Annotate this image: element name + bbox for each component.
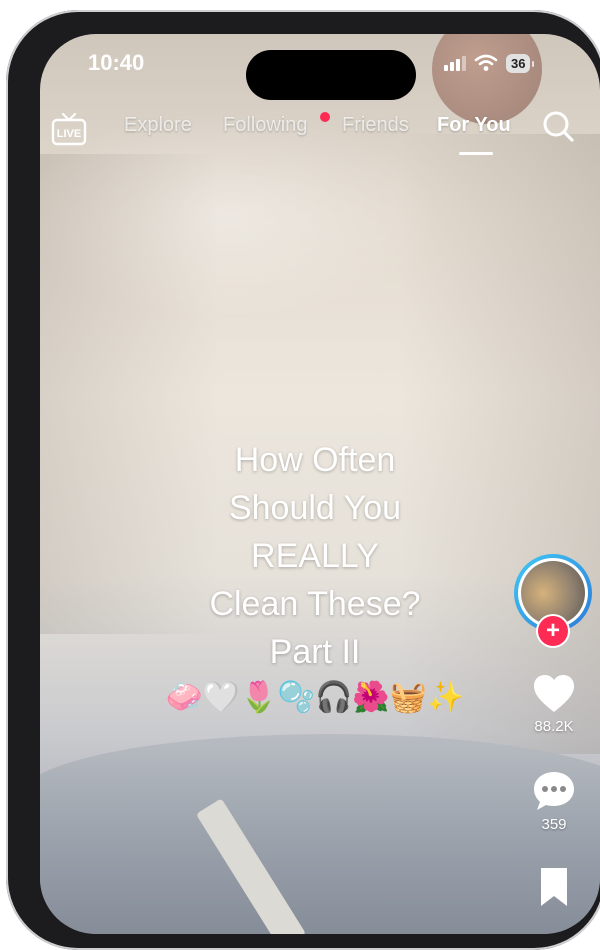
active-tab-indicator: [459, 152, 493, 155]
caption-line: How Often: [234, 441, 396, 479]
tab-for-you[interactable]: For You: [437, 114, 511, 137]
follow-button[interactable]: +: [538, 616, 568, 646]
tab-following[interactable]: Following: [223, 114, 307, 137]
cellular-signal-icon: [444, 55, 466, 71]
search-icon[interactable]: [540, 108, 576, 144]
caption-line: Clean These?: [209, 585, 421, 623]
status-icons: 36: [444, 52, 536, 74]
wifi-icon: [474, 54, 498, 71]
caption-line: REALLY: [251, 537, 379, 575]
following-notification-dot: [320, 112, 330, 122]
tab-explore[interactable]: Explore: [124, 114, 192, 137]
comment-button[interactable]: 359: [520, 770, 588, 833]
live-button[interactable]: LIVE: [50, 112, 90, 153]
bookmark-button[interactable]: [520, 866, 588, 910]
like-button[interactable]: 88.2K: [520, 674, 588, 735]
caption-line: Part II: [269, 633, 361, 671]
dynamic-island: [246, 50, 416, 100]
tab-friends[interactable]: Friends: [342, 114, 409, 137]
top-navigation: LIVE Explore Following Friends For You: [50, 108, 580, 155]
comment-count: 359: [541, 816, 567, 833]
live-tv-icon: LIVE: [51, 112, 87, 146]
battery-icon: 36: [506, 53, 536, 73]
video-caption: How Often Should You REALLY Clean These?…: [150, 436, 480, 676]
caption-line: Should You: [228, 489, 402, 527]
like-count: 88.2K: [534, 718, 574, 735]
live-label: LIVE: [57, 128, 81, 140]
caption-emoji-row: 🧼🤍🌷🫧🎧🌺🧺✨: [165, 681, 465, 714]
comment-icon: [534, 772, 574, 810]
video-background-mattress: [40, 734, 600, 934]
status-time: 10:40: [88, 50, 145, 75]
heart-icon: [534, 675, 574, 712]
bookmark-icon: [541, 868, 567, 906]
